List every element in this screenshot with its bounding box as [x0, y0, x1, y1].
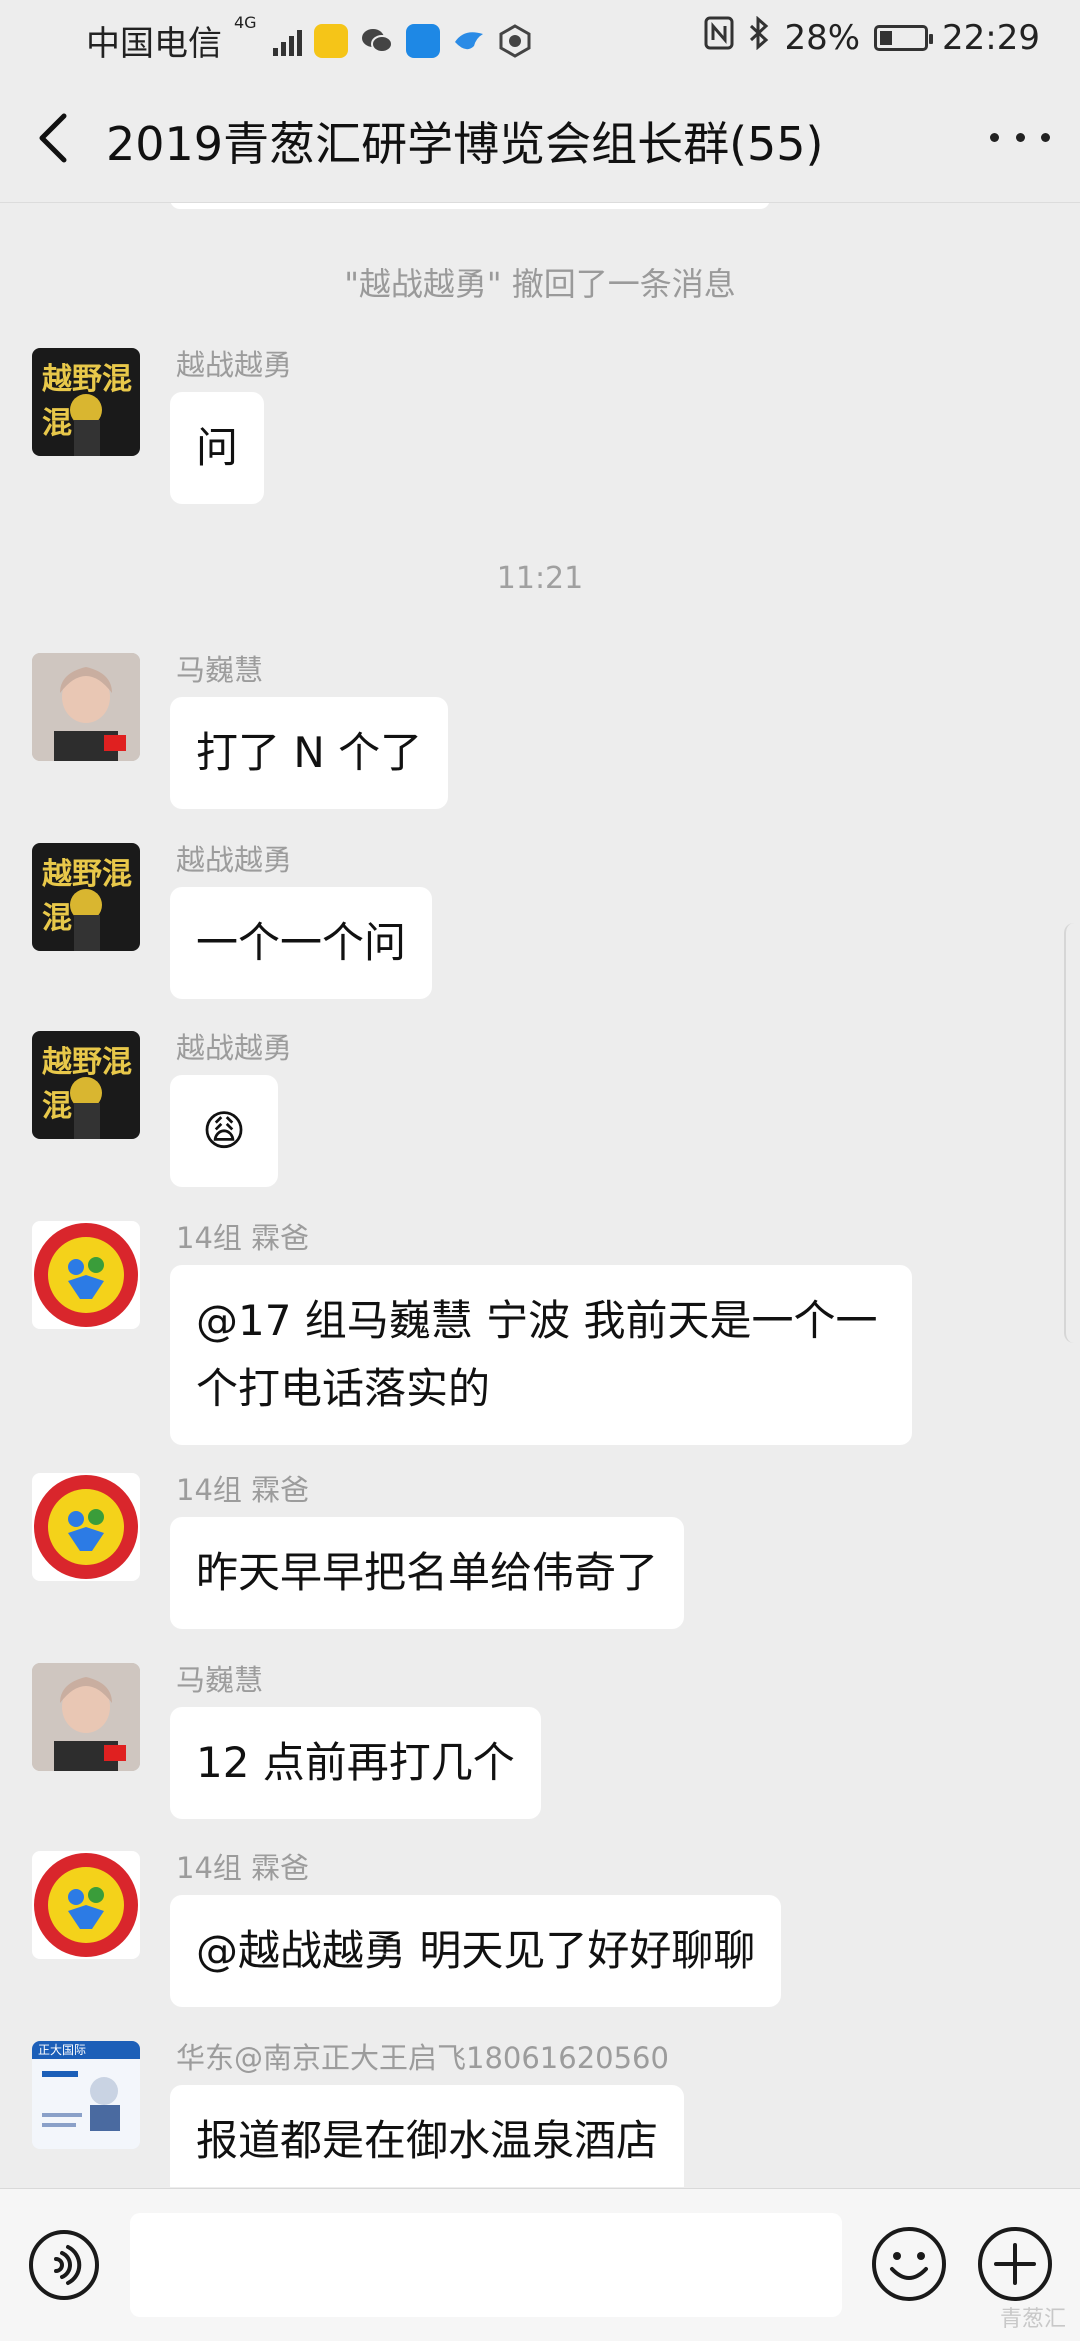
dot-icon — [990, 132, 999, 142]
message-bubble[interactable]: 问 — [170, 392, 265, 504]
battery-icon — [874, 24, 934, 51]
app-icon-blue — [405, 23, 440, 58]
clock: 22:29 — [942, 17, 1040, 58]
message-bubble[interactable]: 昨天早早把名单给伟奇了 — [170, 1517, 685, 1629]
sender-name: 越战越勇 — [176, 348, 293, 382]
more-options-button[interactable] — [990, 122, 1050, 152]
battery-percent: 28% — [784, 17, 861, 58]
avatar[interactable]: 越野混混 — [32, 843, 140, 951]
chat-title: 2019青葱汇研学博览会组长群(55) — [106, 117, 824, 171]
message-bubble[interactable]: 报道都是在御水温泉酒店 — [170, 2085, 685, 2187]
nfc-icon — [704, 16, 734, 59]
smiley-icon — [872, 2227, 946, 2301]
sender-name: 14组 霖爸 — [176, 1221, 310, 1255]
avatar[interactable] — [32, 1851, 140, 1959]
sender-name: 马巍慧 — [176, 1663, 264, 1697]
message-list[interactable]: "越战越勇" 撤回了一条消息 越野混混 越战越勇 问 11:21 马巍慧 打了 … — [0, 203, 1080, 2187]
message-bubble[interactable]: @17 组马巍慧 宁波 我前天是一个一个打电话落实的 — [170, 1265, 912, 1445]
signal-icon — [272, 26, 302, 56]
sender-name: 马巍慧 — [176, 653, 264, 687]
sender-name: 14组 霖爸 — [176, 1473, 310, 1507]
back-button[interactable] — [30, 110, 80, 166]
avatar[interactable] — [32, 653, 140, 761]
bluetooth-icon — [748, 15, 770, 59]
wechat-icon — [360, 24, 394, 58]
status-right: 28% 22:29 — [704, 15, 1040, 59]
sender-name: 越战越勇 — [176, 843, 293, 877]
chevron-left-icon — [39, 113, 67, 163]
avatar-brand-text: 正大国际 — [38, 2043, 87, 2057]
dot-icon — [1015, 132, 1025, 142]
voice-icon — [29, 2230, 99, 2300]
dot-icon — [1041, 132, 1050, 142]
recall-notice: "越战越勇" 撤回了一条消息 — [344, 265, 736, 303]
network-label: 4G — [234, 13, 257, 32]
message-bubble[interactable]: 12 点前再打几个 — [170, 1707, 541, 1819]
plus-circle-icon — [978, 2227, 1052, 2301]
avatar[interactable] — [32, 1221, 140, 1329]
novel-app-icon — [313, 23, 348, 58]
sender-name: 越战越勇 — [176, 1031, 293, 1065]
avatar[interactable] — [32, 1663, 140, 1771]
chat-header: 2019青葱汇研学博览会组长群(55) — [0, 72, 1080, 203]
watermark: 青葱汇 — [999, 2307, 1066, 2332]
emoji-bubble[interactable]: 😩 — [170, 1075, 278, 1187]
scrollbar[interactable] — [1064, 923, 1080, 1343]
message-bubble[interactable]: 打了 N 个了 — [170, 697, 449, 809]
sender-name: 14组 霖爸 — [176, 1851, 310, 1885]
timestamp-divider: 11:21 — [496, 561, 584, 596]
status-bar: 中国电信 4G 28% 22:29 — [0, 0, 1080, 72]
avatar[interactable]: 越野混混 — [32, 348, 140, 456]
voice-input-button[interactable] — [28, 2229, 100, 2301]
sender-name: 华东@南京正大王启飞18061620560 — [176, 2041, 669, 2075]
avatar[interactable]: 越野混混 — [32, 1031, 140, 1139]
message-bubble[interactable]: 一个一个问 — [170, 887, 433, 999]
status-left: 中国电信 4G — [86, 13, 532, 65]
previous-bubble-edge — [170, 203, 770, 209]
avatar[interactable]: 正大国际 — [32, 2041, 140, 2149]
emoji-button[interactable] — [870, 2225, 948, 2303]
message-input[interactable] — [130, 2213, 842, 2317]
bird-app-icon — [452, 24, 486, 58]
carrier-label: 中国电信 — [86, 24, 222, 64]
input-bar: 青葱汇 — [0, 2188, 1080, 2341]
message-bubble[interactable]: @越战越勇 明天见了好好聊聊 — [170, 1895, 782, 2007]
more-actions-button[interactable] — [976, 2225, 1054, 2303]
avatar[interactable] — [32, 1473, 140, 1581]
shield-app-icon — [498, 23, 532, 58]
